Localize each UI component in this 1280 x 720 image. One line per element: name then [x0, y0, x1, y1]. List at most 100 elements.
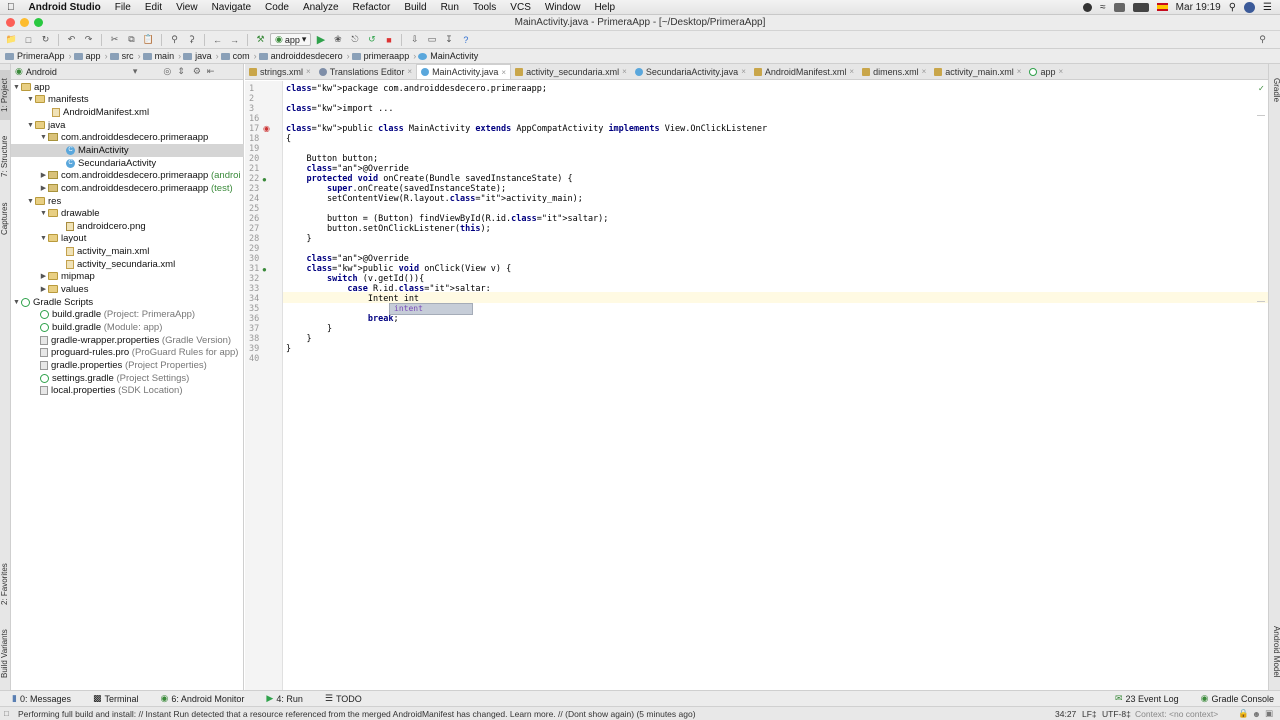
spotlight-icon[interactable]: ⚲ — [1229, 2, 1236, 13]
back-icon[interactable]: ← — [210, 33, 225, 47]
code-line[interactable]: class="kw">public class MainActivity ext… — [286, 124, 767, 134]
tree-item[interactable]: ▶ com.androiddesdecero.primeraapp (test) — [39, 182, 244, 195]
menu-code[interactable]: Code — [258, 2, 296, 13]
tool-tab-android-model[interactable]: Android Model — [1270, 620, 1280, 684]
breadcrumb-item[interactable]: com — [219, 51, 254, 61]
close-icon[interactable]: × — [1017, 67, 1022, 76]
sync-gradle-icon[interactable]: ⇩ — [407, 33, 422, 47]
tree-item-selected[interactable]: C MainActivity — [11, 144, 244, 157]
code-line[interactable]: protected void onCreate(Bundle savedInst… — [286, 174, 572, 184]
tool-tab-todo[interactable]: ☰ TODO — [313, 693, 372, 704]
hide-panel-icon[interactable]: ⇤ — [207, 66, 215, 77]
tree-item[interactable]: settings.gradle (Project Settings) — [40, 372, 244, 385]
tree-item[interactable]: ▼ layout — [39, 232, 244, 245]
make-project-icon[interactable]: ⚒ — [253, 33, 268, 47]
menu-navigate[interactable]: Navigate — [205, 2, 258, 13]
menu-view[interactable]: View — [169, 2, 205, 13]
override-marker-icon[interactable]: ◉ — [263, 124, 270, 133]
tree-item[interactable]: activity_secundaria.xml — [66, 258, 244, 271]
help-icon[interactable]: ? — [458, 33, 473, 47]
inspection-status-icon[interactable]: ✓ — [1258, 84, 1265, 93]
code-line[interactable]: class="kw">public void onClick(View v) { — [286, 264, 511, 274]
menu-tools[interactable]: Tools — [466, 2, 503, 13]
autocomplete-item[interactable]: intent — [394, 304, 423, 313]
tree-item[interactable]: androidcero.png — [66, 220, 244, 233]
tool-tab-favorites[interactable]: 2: Favorites — [0, 556, 11, 612]
avd-manager-icon[interactable]: ▭ — [424, 33, 439, 47]
close-icon[interactable]: × — [622, 67, 627, 76]
run-icon[interactable]: ▶ — [313, 33, 328, 47]
tab-mainactivity-java[interactable]: MainActivity.java × — [416, 64, 512, 79]
menu-file[interactable]: File — [108, 2, 138, 13]
tree-item[interactable]: AndroidManifest.xml — [52, 106, 244, 119]
breadcrumb-item[interactable]: androiddesdecero — [257, 51, 347, 61]
code-line[interactable]: class="kw">import ... — [286, 104, 393, 114]
inspector-icon[interactable]: ☻ — [1252, 709, 1261, 719]
tab-dimens-xml[interactable]: dimens.xml × — [858, 64, 930, 79]
close-icon[interactable]: × — [849, 67, 854, 76]
tree-item[interactable]: ▼ res — [26, 195, 244, 208]
tree-item[interactable]: ▶ values — [39, 283, 244, 296]
breadcrumb-item[interactable]: primeraapp — [350, 51, 414, 61]
tool-tab-gradle[interactable]: Gradle — [1270, 70, 1280, 110]
project-view-select[interactable]: Android — [26, 67, 57, 77]
tool-tab-event-log[interactable]: ✉ 23 Event Log — [1103, 693, 1189, 704]
replace-icon[interactable]: ⚳ — [184, 33, 199, 47]
menu-run[interactable]: Run — [434, 2, 466, 13]
flag-es-icon[interactable] — [1156, 3, 1168, 11]
autocomplete-popup[interactable]: intent — [389, 303, 473, 315]
close-window-icon[interactable] — [6, 18, 15, 27]
code-line[interactable]: { — [286, 134, 291, 144]
airplay-icon[interactable] — [1113, 2, 1125, 12]
breadcrumb-item[interactable]: PrimeraApp — [3, 51, 69, 61]
code-line[interactable]: super.onCreate(savedInstanceState); — [286, 184, 506, 194]
scroll-marker[interactable] — [1257, 301, 1265, 302]
close-icon[interactable]: × — [306, 67, 311, 76]
gear-icon[interactable]: ⚙ — [193, 66, 201, 77]
code-line[interactable]: break; — [286, 314, 399, 324]
tree-item[interactable]: ▼ manifests — [26, 93, 244, 106]
scroll-from-source-icon[interactable]: ◎ — [163, 66, 171, 77]
tree-item[interactable]: ▼ Gradle Scripts — [12, 296, 244, 309]
breadcrumb-item[interactable]: app — [72, 51, 105, 61]
tool-tab-android-monitor[interactable]: ◉ 6: Android Monitor — [149, 693, 255, 704]
menu-refactor[interactable]: Refactor — [346, 2, 398, 13]
tab-strings-xml[interactable]: strings.xml × — [245, 64, 315, 79]
menu-help[interactable]: Help — [587, 2, 622, 13]
code-line[interactable]: button = (Button) findViewById(R.id.clas… — [286, 214, 608, 224]
menu-clock[interactable]: Mar 19:19 — [1176, 2, 1221, 13]
tree-item[interactable]: local.properties (SDK Location) — [40, 384, 244, 397]
redo-icon[interactable]: ↷ — [81, 33, 96, 47]
record-icon[interactable] — [1083, 2, 1093, 12]
tree-item[interactable]: gradle.properties (Project Properties) — [40, 359, 244, 372]
tree-item[interactable]: ▼ app — [12, 81, 244, 94]
tree-item[interactable]: ▼ com.androiddesdecero.primeraapp — [39, 131, 244, 144]
code-line[interactable]: case R.id.class="it">saltar: — [286, 284, 490, 294]
code-line[interactable]: Button button; — [286, 154, 378, 164]
notification-center-icon[interactable]: ☰ — [1263, 2, 1272, 13]
tab-activity-secundaria-xml[interactable]: activity_secundaria.xml × — [511, 64, 631, 79]
open-icon[interactable]: 📁 — [4, 33, 19, 47]
status-message[interactable]: Performing full build and install: // In… — [18, 709, 696, 719]
user-avatar-icon[interactable] — [1244, 1, 1256, 13]
code-line[interactable]: switch (v.getId()){ — [286, 274, 424, 284]
tool-tab-project[interactable]: 1: Project — [0, 70, 11, 120]
code-line[interactable]: class="an">@Override — [286, 254, 408, 264]
code-line[interactable]: } — [286, 334, 311, 344]
search-everywhere-icon[interactable]: ⚲ — [1255, 33, 1270, 47]
memory-indicator-icon[interactable]: ▣ — [1265, 708, 1273, 719]
undo-icon[interactable]: ↶ — [64, 33, 79, 47]
sdk-manager-icon[interactable]: ↧ — [441, 33, 456, 47]
tool-tab-messages[interactable]: ▮ 0: Messages — [0, 693, 81, 704]
paste-icon[interactable]: 📋 — [141, 33, 156, 47]
menu-window[interactable]: Window — [538, 2, 588, 13]
close-icon[interactable]: × — [922, 67, 927, 76]
close-icon[interactable]: × — [501, 68, 506, 77]
tool-tab-captures[interactable]: Captures — [0, 196, 11, 242]
forward-icon[interactable]: → — [227, 33, 242, 47]
collapse-all-icon[interactable]: ⇕ — [177, 66, 185, 77]
scroll-marker[interactable] — [1257, 115, 1265, 116]
tab-activity-main-xml[interactable]: activity_main.xml × — [930, 64, 1025, 79]
tool-window-toggle-icon[interactable]: □ — [4, 709, 9, 718]
debug-icon[interactable]: ❀ — [330, 33, 345, 47]
